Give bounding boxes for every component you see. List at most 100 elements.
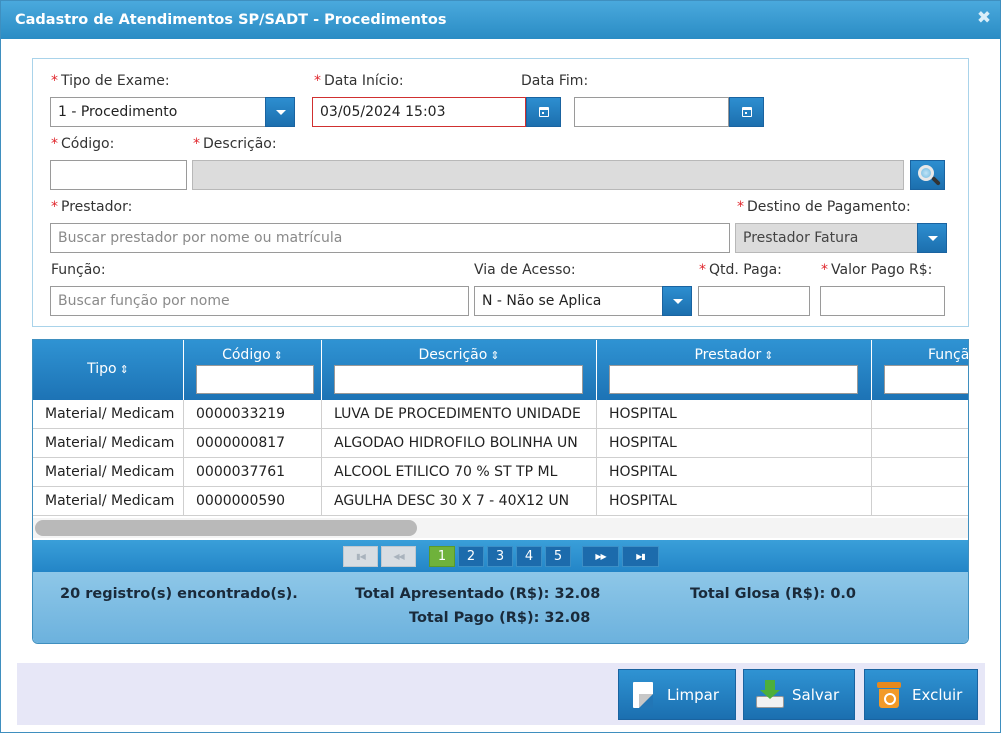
data-fim-calendar-button[interactable] bbox=[729, 97, 764, 127]
column-header-codigo[interactable]: Código ⇕ bbox=[184, 340, 322, 400]
table-row[interactable]: Material/ Medicam 0000000590 AGULHA DESC… bbox=[33, 487, 968, 516]
column-header-funcao[interactable]: Funçã bbox=[872, 340, 969, 400]
destino-pagamento-select[interactable]: Prestador Fatura bbox=[735, 223, 918, 253]
sort-icon: ⇕ bbox=[119, 363, 129, 376]
trash-icon-lid bbox=[877, 682, 901, 688]
horizontal-scrollbar[interactable] bbox=[33, 518, 968, 538]
prestador-filter-input[interactable] bbox=[609, 365, 858, 394]
prestador-search-input[interactable]: Buscar prestador por nome ou matrícula bbox=[50, 223, 730, 253]
data-fim-input[interactable] bbox=[574, 97, 729, 127]
via-acesso-dropdown-button[interactable] bbox=[662, 286, 692, 316]
valor-pago-input[interactable] bbox=[820, 286, 945, 316]
destino-pagamento-label: * Destino de Pagamento: bbox=[737, 199, 911, 215]
procedimentos-grid: Tipo ⇕ Código ⇕ Descrição ⇕ Prestador ⇕ Funç… bbox=[32, 339, 969, 644]
trash-icon bbox=[877, 682, 901, 708]
save-icon-arrow bbox=[760, 680, 780, 699]
cell-tipo: Material/ Medicam bbox=[33, 429, 184, 458]
calendar-icon bbox=[742, 107, 752, 117]
codigo-input[interactable] bbox=[50, 160, 187, 190]
total-glosa: Total Glosa (R$): 0.0 bbox=[690, 586, 856, 602]
next-page-button[interactable]: ▶▶ bbox=[582, 546, 619, 567]
data-inicio-calendar-button[interactable] bbox=[526, 97, 561, 127]
funcao-label: Função: bbox=[51, 262, 106, 278]
column-header-tipo[interactable]: Tipo ⇕ bbox=[33, 340, 184, 400]
tipo-exame-label-text: Tipo de Exame: bbox=[61, 73, 170, 89]
page-5-button[interactable]: 5 bbox=[545, 546, 571, 567]
column-header-prestador[interactable]: Prestador ⇕ bbox=[597, 340, 872, 400]
required-marker: * bbox=[737, 199, 744, 215]
via-acesso-select[interactable]: N - Não se Aplica bbox=[474, 286, 663, 316]
cell-funcao bbox=[872, 458, 968, 487]
table-row[interactable]: Material/ Medicam 0000033219 LUVA DE PRO… bbox=[33, 400, 968, 429]
limpar-button[interactable]: Limpar bbox=[618, 669, 736, 720]
required-marker: * bbox=[51, 73, 58, 89]
qtd-paga-input[interactable] bbox=[698, 286, 810, 316]
dialog-title: Cadastro de Atendimentos SP/SADT - Proce… bbox=[15, 12, 447, 28]
column-header-prestador-label: Prestador bbox=[694, 347, 762, 363]
required-marker: * bbox=[821, 262, 828, 278]
column-header-funcao-label: Funçã bbox=[928, 347, 969, 363]
cell-funcao bbox=[872, 429, 968, 458]
data-fim-label: Data Fim: bbox=[521, 73, 589, 89]
required-marker: * bbox=[699, 262, 706, 278]
data-inicio-input[interactable]: 03/05/2024 15:03 bbox=[312, 97, 526, 127]
table-row[interactable]: Material/ Medicam 0000000817 ALGODAO HID… bbox=[33, 429, 968, 458]
first-page-button[interactable]: ▮◀ bbox=[343, 546, 378, 567]
cell-codigo: 0000000590 bbox=[184, 487, 322, 516]
calendar-icon bbox=[539, 107, 549, 117]
column-header-descricao[interactable]: Descrição ⇕ bbox=[322, 340, 597, 400]
cell-tipo: Material/ Medicam bbox=[33, 487, 184, 516]
codigo-filter-input[interactable] bbox=[196, 365, 314, 394]
previous-page-button[interactable]: ◀◀ bbox=[381, 546, 416, 567]
document-icon bbox=[633, 682, 653, 708]
funcao-search-input[interactable]: Buscar função por nome bbox=[50, 286, 469, 316]
required-marker: * bbox=[314, 73, 321, 89]
column-header-tipo-label: Tipo bbox=[87, 361, 117, 377]
descricao-filter-input[interactable] bbox=[334, 365, 583, 394]
close-icon[interactable]: ✖ bbox=[976, 9, 992, 27]
page-1-button[interactable]: 1 bbox=[429, 546, 455, 567]
page-2-button[interactable]: 2 bbox=[458, 546, 484, 567]
cell-descricao: LUVA DE PROCEDIMENTO UNIDADE bbox=[322, 400, 597, 429]
total-pago: Total Pago (R$): 32.08 bbox=[409, 610, 591, 626]
column-header-codigo-text: Código ⇕ bbox=[184, 347, 321, 363]
cell-prestador: HOSPITAL bbox=[597, 458, 872, 487]
cell-tipo: Material/ Medicam bbox=[33, 458, 184, 487]
column-header-descricao-label: Descrição bbox=[418, 347, 488, 363]
tipo-exame-dropdown-button[interactable] bbox=[265, 97, 295, 127]
column-header-descricao-text: Descrição ⇕ bbox=[322, 347, 596, 363]
cell-descricao: ALCOOL ETILICO 70 % ST TP ML bbox=[322, 458, 597, 487]
funcao-filter-input[interactable] bbox=[884, 365, 968, 394]
page-4-button[interactable]: 4 bbox=[516, 546, 542, 567]
table-row[interactable]: Material/ Medicam 0000037761 ALCOOL ETIL… bbox=[33, 458, 968, 487]
excluir-button[interactable]: Excluir bbox=[864, 669, 978, 720]
dialog-footer: Limpar Salvar Excluir bbox=[17, 663, 985, 725]
total-apresentado: Total Apresentado (R$): 32.08 bbox=[355, 586, 601, 602]
procedimentos-dialog: Cadastro de Atendimentos SP/SADT - Proce… bbox=[0, 0, 1001, 733]
scrollbar-thumb[interactable] bbox=[35, 520, 417, 536]
cell-codigo: 0000037761 bbox=[184, 458, 322, 487]
excluir-button-label: Excluir bbox=[912, 686, 963, 704]
sort-icon: ⇕ bbox=[764, 349, 774, 362]
sort-icon: ⇕ bbox=[490, 349, 500, 362]
save-icon bbox=[756, 680, 784, 710]
limpar-button-label: Limpar bbox=[667, 686, 720, 704]
page-3-button[interactable]: 3 bbox=[487, 546, 513, 567]
tipo-exame-select[interactable]: 1 - Procedimento bbox=[50, 97, 266, 127]
descricao-label: * Descrição: bbox=[193, 136, 277, 152]
cell-prestador: HOSPITAL bbox=[597, 487, 872, 516]
destino-pagamento-dropdown-button[interactable] bbox=[917, 223, 947, 253]
dialog-titlebar: Cadastro de Atendimentos SP/SADT - Proce… bbox=[1, 1, 1000, 39]
last-page-button[interactable]: ▶▮ bbox=[622, 546, 659, 567]
tipo-exame-label: * Tipo de Exame: bbox=[51, 73, 170, 89]
cell-descricao: AGULHA DESC 30 X 7 - 40X12 UN bbox=[322, 487, 597, 516]
column-header-codigo-label: Código bbox=[222, 347, 271, 363]
form-panel: * Tipo de Exame: 1 - Procedimento * Data I… bbox=[32, 58, 969, 327]
valor-pago-label-text: Valor Pago R$: bbox=[831, 262, 933, 278]
descricao-search-button[interactable] bbox=[910, 160, 945, 190]
cell-codigo: 0000033219 bbox=[184, 400, 322, 429]
required-marker: * bbox=[193, 136, 200, 152]
salvar-button[interactable]: Salvar bbox=[743, 669, 855, 720]
required-marker: * bbox=[51, 199, 58, 215]
column-header-tipo-text: Tipo ⇕ bbox=[33, 361, 183, 377]
